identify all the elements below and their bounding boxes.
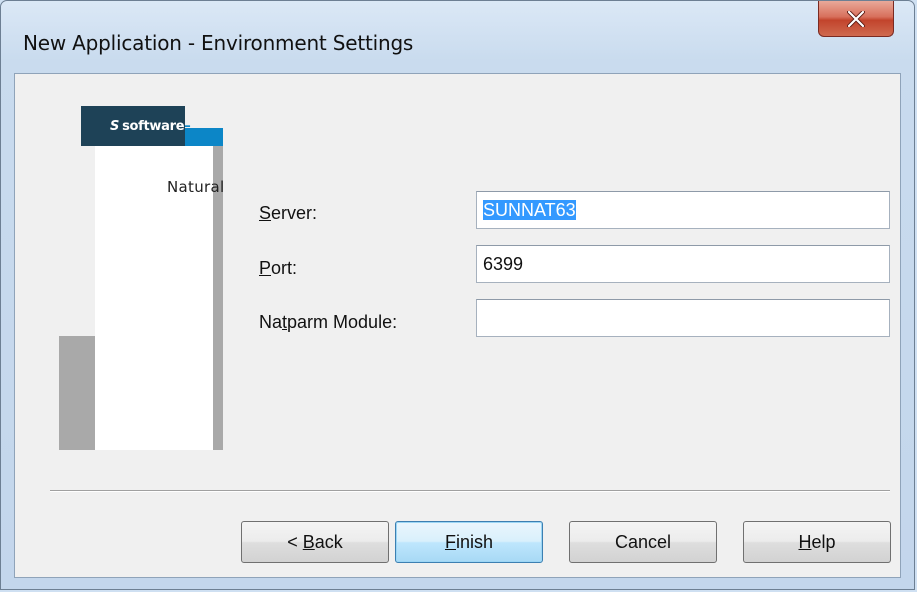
- logo-brand-label: software: [122, 119, 185, 134]
- cancel-button-label: Cancel: [614, 531, 672, 552]
- back-button[interactable]: < Back: [241, 521, 389, 563]
- finish-text: inish: [455, 531, 494, 552]
- server-label: Server:: [259, 203, 317, 224]
- help-mnemonic: H: [798, 531, 812, 552]
- help-text: elp: [811, 531, 836, 552]
- natparm-label-prefix: Na: [259, 312, 283, 332]
- dialog-window: New Application - Environment Settings S…: [0, 0, 915, 590]
- port-input-value: 6399: [483, 254, 524, 274]
- server-label-mnemonic: S: [259, 203, 272, 223]
- window-title: New Application - Environment Settings: [23, 31, 414, 55]
- natparm-label-text: parm Module:: [287, 312, 398, 332]
- dialog-content: Ssoftware– Natural Server: SUNNAT63 Port…: [14, 73, 901, 578]
- logo-s-glyph: S: [110, 119, 120, 134]
- port-label-mnemonic: P: [259, 258, 272, 278]
- port-label-text: ort:: [271, 258, 298, 278]
- server-label-text: erver:: [271, 203, 318, 223]
- close-button[interactable]: [818, 1, 894, 37]
- help-button[interactable]: Help: [743, 521, 891, 563]
- title-bar[interactable]: New Application - Environment Settings: [1, 1, 914, 73]
- cancel-button[interactable]: Cancel: [569, 521, 717, 563]
- port-label: Port:: [259, 258, 297, 279]
- back-text: ack: [314, 531, 343, 552]
- software-ag-natural-logo: Ssoftware– Natural: [59, 106, 225, 450]
- help-button-label: Help: [798, 532, 835, 553]
- server-input[interactable]: SUNNAT63: [476, 191, 890, 229]
- logo-grey-block: [59, 336, 95, 450]
- port-input[interactable]: 6399: [476, 245, 890, 283]
- server-input-value: SUNNAT63: [483, 200, 576, 220]
- logo-blue-tab: [185, 128, 223, 146]
- finish-button-label: Finish: [445, 532, 493, 553]
- natparm-module-input[interactable]: [476, 299, 890, 337]
- separator-line: [50, 490, 890, 492]
- logo-brand-box: Ssoftware–: [81, 106, 191, 146]
- logo-product-name: Natural: [167, 178, 225, 196]
- back-prefix: <: [287, 531, 303, 552]
- finish-mnemonic: F: [444, 531, 456, 552]
- logo-dash: –: [184, 119, 191, 134]
- finish-button[interactable]: Finish: [395, 521, 543, 563]
- natparm-label: Natparm Module:: [259, 312, 397, 333]
- back-mnemonic: B: [302, 531, 315, 552]
- close-x-icon: [847, 10, 865, 27]
- logo-brand-text: Ssoftware–: [110, 119, 191, 134]
- back-button-label: < Back: [287, 532, 343, 553]
